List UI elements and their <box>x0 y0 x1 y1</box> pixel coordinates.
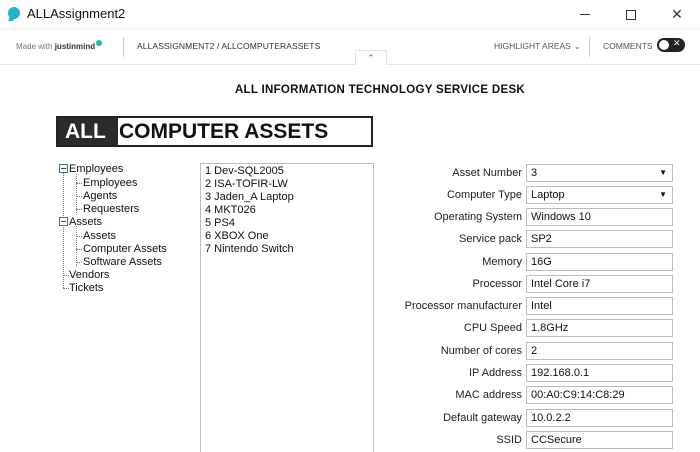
toggle-knob <box>659 40 669 50</box>
service-pack-field[interactable]: SP2 <box>526 230 673 248</box>
computer-type-label: Computer Type <box>446 189 522 201</box>
default-gateway-label: Default gateway <box>443 412 522 424</box>
chevron-down-icon: ⌄ <box>573 42 581 51</box>
highlight-areas-label: HIGHLIGHT AREAS <box>494 41 571 51</box>
cpu-speed-label: CPU Speed <box>463 322 522 334</box>
highlight-areas-dropdown[interactable]: HIGHLIGHT AREAS ⌄ <box>494 41 581 51</box>
number-of-cores-field[interactable]: 2 <box>526 342 673 360</box>
page-heading: ALL INFORMATION TECHNOLOGY SERVICE DESK <box>234 84 526 96</box>
number-of-cores-label: Number of cores <box>440 345 522 357</box>
logo-highlight: ALL <box>58 118 118 145</box>
ssid-label: SSID <box>496 434 522 446</box>
operating-system-label: Operating System <box>433 211 522 223</box>
collapse-toolbar-button[interactable]: ⌃ <box>355 50 387 65</box>
minimize-button[interactable] <box>562 0 608 29</box>
default-gateway-field[interactable]: 10.0.2.2 <box>526 409 673 427</box>
service-pack-label: Service pack <box>459 233 522 245</box>
processor-manufacturer-label: Processor manufacturer <box>404 300 522 312</box>
toolbar-divider <box>589 37 590 57</box>
cpu-speed-field[interactable]: 1.8GHz <box>526 319 673 337</box>
operating-system-field[interactable]: Windows 10 <box>526 208 673 226</box>
brand-name: justinmind <box>54 42 96 51</box>
mac-address-field[interactable]: 00:A0:C9:14:C8:29 <box>526 386 673 404</box>
tree-connector <box>76 209 82 210</box>
made-with-label: Made with <box>16 42 53 51</box>
comments-toggle[interactable]: ✕ <box>657 38 685 52</box>
app-logo-icon <box>8 7 20 19</box>
processor-label: Processor <box>472 278 522 290</box>
asset-number-select[interactable]: 3 <box>526 164 673 182</box>
memory-label: Memory <box>482 256 522 268</box>
computer-type-select[interactable]: Laptop <box>526 186 673 204</box>
tree-connector <box>76 249 82 250</box>
close-button[interactable]: ✕ <box>654 0 700 29</box>
comments-label: COMMENTS <box>603 41 653 51</box>
memory-field[interactable]: 16G <box>526 253 673 271</box>
maximize-button[interactable] <box>608 0 654 29</box>
toggle-off-icon: ✕ <box>673 38 681 48</box>
window-title: ALLAssignment2 <box>27 6 126 21</box>
logo-title: COMPUTER ASSETS <box>119 120 329 143</box>
window-titlebar: ALLAssignment2 ✕ <box>0 0 700 29</box>
minimize-icon <box>580 14 590 15</box>
processor-field[interactable]: Intel Core i7 <box>526 275 673 293</box>
ssid-field[interactable]: CCSecure <box>526 431 673 449</box>
tree-connector <box>76 183 82 184</box>
processor-manufacturer-field[interactable]: Intel <box>526 297 673 315</box>
close-icon: ✕ <box>671 6 683 22</box>
prototype-toolbar: Made with justinmind ALLASSIGNMENT2 / AL… <box>0 29 700 65</box>
maximize-icon <box>626 9 636 20</box>
chevron-up-icon: ⌃ <box>367 52 375 63</box>
ip-address-label: IP Address <box>469 367 522 379</box>
mac-address-label: MAC address <box>455 389 522 401</box>
page-logo: ALL COMPUTER ASSETS <box>56 116 373 147</box>
breadcrumb: ALLASSIGNMENT2 / ALLCOMPUTERASSETS <box>137 41 321 51</box>
ip-address-field[interactable]: 192.168.0.1 <box>526 364 673 382</box>
toolbar-divider <box>123 37 124 57</box>
brand-dot-icon <box>96 40 103 46</box>
made-with-justinmind[interactable]: Made with justinmind <box>16 40 103 51</box>
asset-number-label: Asset Number <box>452 167 522 179</box>
